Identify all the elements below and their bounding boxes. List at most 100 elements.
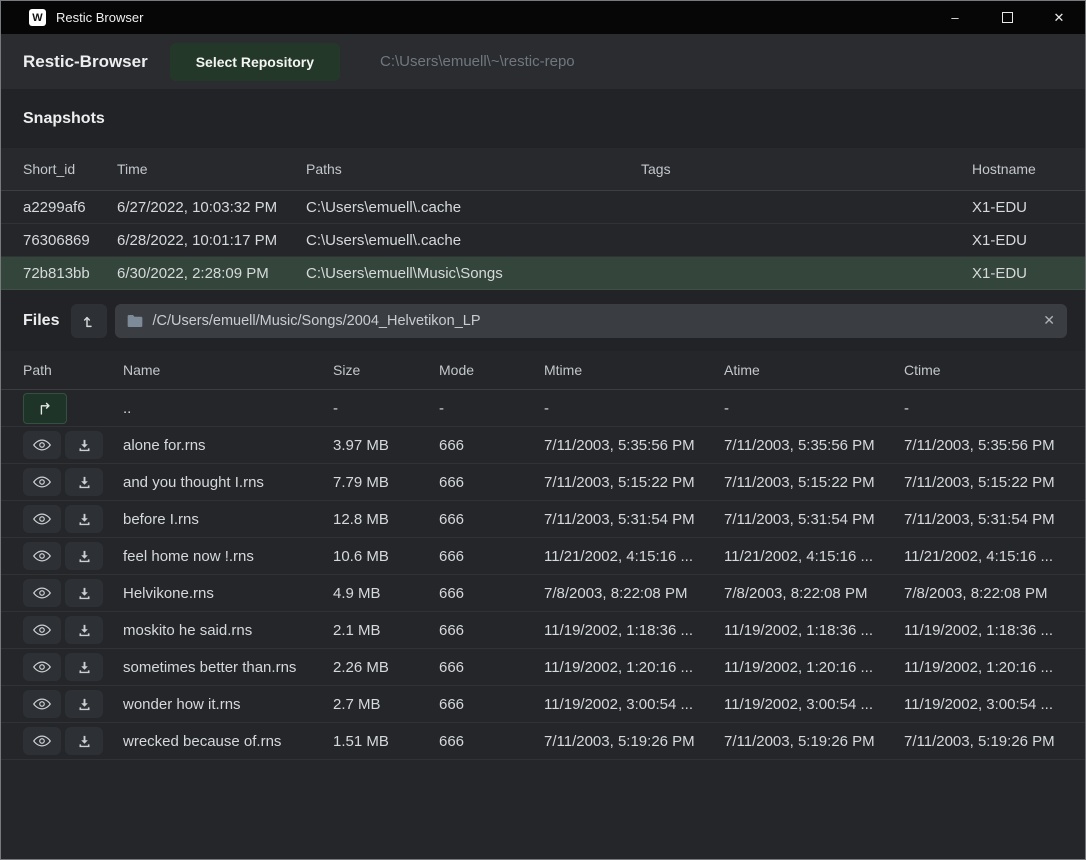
- eye-icon: [33, 734, 51, 748]
- file-name: sometimes better than.rns: [123, 659, 333, 676]
- download-button[interactable]: [65, 431, 103, 459]
- current-path-input[interactable]: /C/Users/emuell/Music/Songs/2004_Helveti…: [115, 304, 1067, 338]
- file-atime: 11/21/2002, 4:15:16 ...: [724, 548, 904, 565]
- col-atime: Atime: [724, 362, 904, 378]
- col-short-id: Short_id: [23, 161, 117, 177]
- eye-icon: [33, 586, 51, 600]
- row-actions: [23, 431, 123, 459]
- snapshot-time: 6/30/2022, 2:28:09 PM: [117, 265, 306, 282]
- file-mode: 666: [439, 733, 544, 750]
- snapshot-row-selected[interactable]: 72b813bb 6/30/2022, 2:28:09 PM C:\Users\…: [1, 257, 1085, 290]
- file-ctime: 11/19/2002, 3:00:54 ...: [904, 696, 1063, 713]
- eye-icon: [33, 475, 51, 489]
- download-button[interactable]: [65, 579, 103, 607]
- file-atime: 11/19/2002, 1:20:16 ...: [724, 659, 904, 676]
- files-table-header: Path Name Size Mode Mtime Atime Ctime: [1, 351, 1085, 390]
- snapshot-time: 6/27/2022, 10:03:32 PM: [117, 199, 306, 216]
- eye-icon: [33, 623, 51, 637]
- download-icon: [77, 623, 92, 638]
- empty-area: [1, 760, 1085, 859]
- preview-button[interactable]: [23, 653, 61, 681]
- eye-icon: [33, 697, 51, 711]
- snapshot-row[interactable]: a2299af6 6/27/2022, 10:03:32 PM C:\Users…: [1, 191, 1085, 224]
- preview-button[interactable]: [23, 579, 61, 607]
- file-mode: 666: [439, 474, 544, 491]
- col-hostname: Hostname: [972, 161, 1063, 177]
- file-mtime: 11/19/2002, 3:00:54 ...: [544, 696, 724, 713]
- table-row: alone for.rns 3.97 MB 666 7/11/2003, 5:3…: [1, 427, 1085, 464]
- repository-path: C:\Users\emuell\~\restic-repo: [380, 53, 575, 70]
- eye-icon: [33, 660, 51, 674]
- snapshot-hostname: X1-EDU: [972, 265, 1063, 282]
- download-button[interactable]: [65, 468, 103, 496]
- row-actions: [23, 727, 123, 755]
- file-size: 2.7 MB: [333, 696, 439, 713]
- preview-button[interactable]: [23, 727, 61, 755]
- file-size: 4.9 MB: [333, 585, 439, 602]
- download-button[interactable]: [65, 505, 103, 533]
- select-repository-button[interactable]: Select Repository: [170, 43, 340, 81]
- file-name: feel home now !.rns: [123, 548, 333, 565]
- eye-icon: [33, 512, 51, 526]
- snapshot-row[interactable]: 76306869 6/28/2022, 10:01:17 PM C:\Users…: [1, 224, 1085, 257]
- col-name: Name: [123, 362, 333, 378]
- file-atime: -: [724, 400, 904, 417]
- clear-path-button[interactable]: ✕: [1043, 312, 1055, 329]
- download-button[interactable]: [65, 616, 103, 644]
- download-icon: [77, 549, 92, 564]
- window-controls: – ✕: [929, 1, 1085, 34]
- col-size: Size: [333, 362, 439, 378]
- table-row: sometimes better than.rns 2.26 MB 666 11…: [1, 649, 1085, 686]
- col-ctime: Ctime: [904, 362, 1063, 378]
- preview-button[interactable]: [23, 690, 61, 718]
- wails-app-icon: W: [29, 9, 46, 26]
- file-atime: 7/11/2003, 5:19:26 PM: [724, 733, 904, 750]
- file-name: Helvikone.rns: [123, 585, 333, 602]
- table-row: feel home now !.rns 10.6 MB 666 11/21/20…: [1, 538, 1085, 575]
- snapshots-title: Snapshots: [23, 110, 105, 128]
- row-actions: [23, 393, 123, 424]
- download-button[interactable]: [65, 542, 103, 570]
- file-size: 7.79 MB: [333, 474, 439, 491]
- download-icon: [77, 734, 92, 749]
- file-size: 2.1 MB: [333, 622, 439, 639]
- file-ctime: 11/19/2002, 1:18:36 ...: [904, 622, 1063, 639]
- file-ctime: 11/21/2002, 4:15:16 ...: [904, 548, 1063, 565]
- table-row: and you thought I.rns 7.79 MB 666 7/11/2…: [1, 464, 1085, 501]
- file-atime: 7/8/2003, 8:22:08 PM: [724, 585, 904, 602]
- file-name: and you thought I.rns: [123, 474, 333, 491]
- file-ctime: 7/11/2003, 5:31:54 PM: [904, 511, 1063, 528]
- minimize-button[interactable]: –: [929, 1, 981, 34]
- download-icon: [77, 512, 92, 527]
- download-button[interactable]: [65, 727, 103, 755]
- file-name: wrecked because of.rns: [123, 733, 333, 750]
- download-icon: [77, 660, 92, 675]
- file-mtime: 11/19/2002, 1:18:36 ...: [544, 622, 724, 639]
- download-button[interactable]: [65, 653, 103, 681]
- go-up-button[interactable]: [71, 304, 107, 338]
- file-name[interactable]: ..: [123, 400, 333, 417]
- snapshot-short-id: 72b813bb: [23, 265, 117, 282]
- file-size: 1.51 MB: [333, 733, 439, 750]
- table-row: before I.rns 12.8 MB 666 7/11/2003, 5:31…: [1, 501, 1085, 538]
- preview-button[interactable]: [23, 505, 61, 533]
- maximize-button[interactable]: [981, 1, 1033, 34]
- col-mode: Mode: [439, 362, 544, 378]
- col-time: Time: [117, 161, 306, 177]
- file-ctime: 7/11/2003, 5:35:56 PM: [904, 437, 1063, 454]
- row-actions: [23, 542, 123, 570]
- files-table-body: alone for.rns 3.97 MB 666 7/11/2003, 5:3…: [1, 427, 1085, 760]
- app-window: W Restic Browser – ✕ Restic-Browser Sele…: [0, 0, 1086, 860]
- snapshot-paths: C:\Users\emuell\.cache: [306, 232, 641, 249]
- close-button[interactable]: ✕: [1033, 1, 1085, 34]
- preview-button[interactable]: [23, 468, 61, 496]
- file-mtime: 7/11/2003, 5:31:54 PM: [544, 511, 724, 528]
- download-icon: [77, 697, 92, 712]
- col-paths: Paths: [306, 161, 641, 177]
- file-ctime: 7/11/2003, 5:15:22 PM: [904, 474, 1063, 491]
- download-button[interactable]: [65, 690, 103, 718]
- preview-button[interactable]: [23, 542, 61, 570]
- go-parent-button[interactable]: [23, 393, 67, 424]
- preview-button[interactable]: [23, 431, 61, 459]
- preview-button[interactable]: [23, 616, 61, 644]
